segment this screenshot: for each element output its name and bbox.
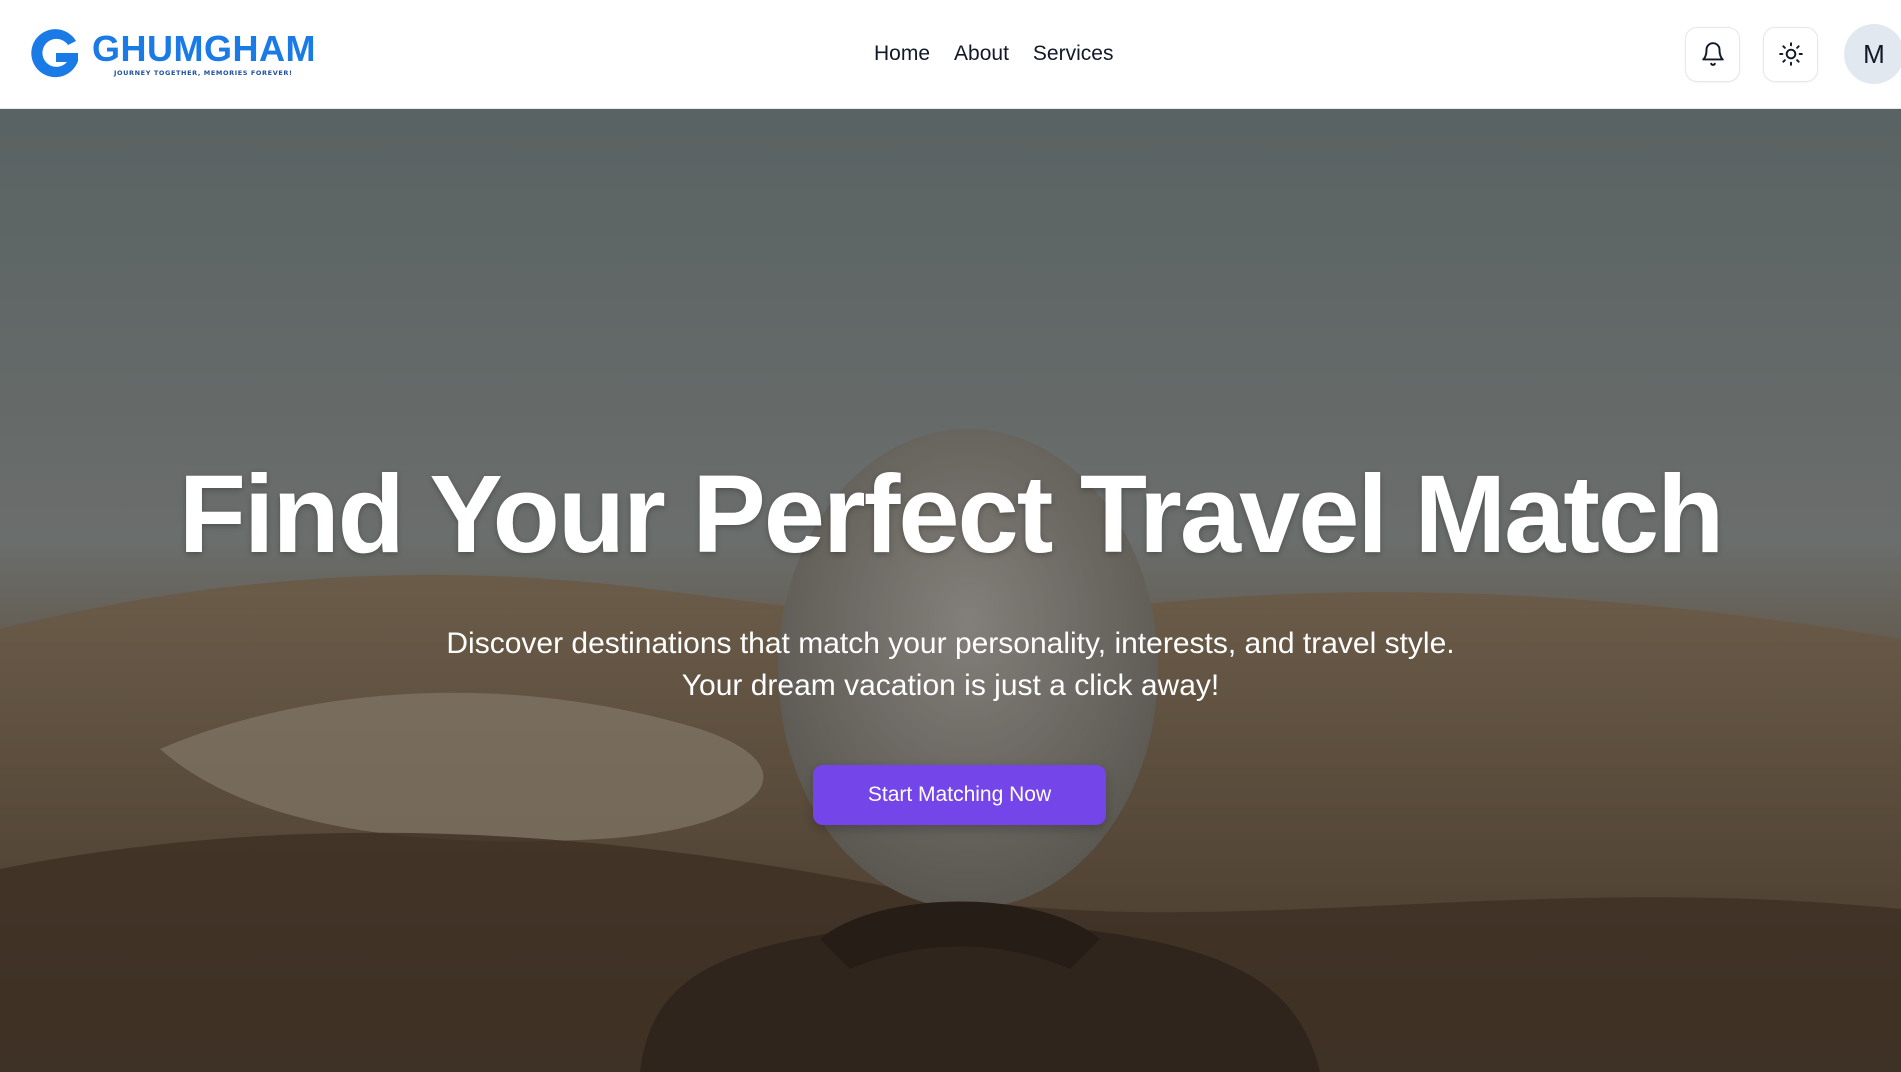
brand-tagline: JOURNEY TOGETHER, MEMORIES FOREVER! (114, 69, 293, 78)
hero-content: Find Your Perfect Travel Match Discover … (0, 109, 1901, 1072)
logo-mark-icon (31, 29, 78, 78)
user-avatar[interactable]: M (1844, 24, 1901, 84)
nav-item-services[interactable]: Services (1033, 42, 1114, 66)
hero-title: Find Your Perfect Travel Match (178, 453, 1725, 576)
brand-name: GHUMGHAM (92, 28, 316, 70)
main-nav: Home About Services (874, 0, 1113, 108)
nav-actions: M (1685, 0, 1901, 108)
hero-subtitle-line-1: Discover destinations that match your pe… (446, 627, 1455, 660)
hero-section: Find Your Perfect Travel Match Discover … (0, 109, 1901, 1072)
sun-icon (1778, 42, 1803, 66)
hero-subtitle-line-2: Your dream vacation is just a click away… (681, 669, 1220, 702)
start-matching-button[interactable]: Start Matching Now (813, 765, 1106, 825)
brand-logo[interactable]: GHUMGHAM JOURNEY TOGETHER, MEMORIES FORE… (24, 23, 316, 85)
notifications-button[interactable] (1685, 26, 1740, 82)
bell-icon (1701, 42, 1724, 66)
hero-subtitle: Discover destinations that match your pe… (0, 623, 1901, 707)
nav-item-about[interactable]: About (954, 42, 1009, 66)
theme-toggle-button[interactable] (1763, 26, 1818, 82)
nav-item-home[interactable]: Home (874, 42, 930, 66)
top-navbar: GHUMGHAM JOURNEY TOGETHER, MEMORIES FORE… (0, 0, 1901, 109)
